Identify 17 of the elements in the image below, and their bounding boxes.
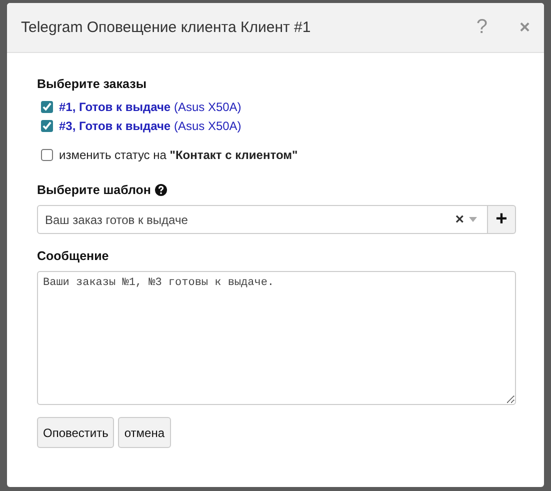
order-checkbox[interactable]	[41, 120, 53, 132]
message-field[interactable]: Ваши заказы №1, №3 готовы к выдаче.	[37, 271, 516, 405]
help-icon[interactable]	[154, 184, 167, 196]
action-button[interactable]: отмена	[118, 417, 171, 448]
add-template-button[interactable]: +	[488, 205, 516, 234]
action-button[interactable]: Оповестить	[37, 417, 114, 448]
dialog-title: Telegram Оповещение клиента Клиент #1	[21, 19, 312, 36]
section-label: Сообщение	[37, 249, 110, 263]
status-label: изменить статус на "Контакт с клиентом"	[59, 148, 298, 162]
order-link[interactable]: #3, Готов к выдаче (Asus X50A)	[59, 119, 242, 133]
status-checkbox[interactable]	[41, 149, 53, 161]
order-link[interactable]: #1, Готов к выдаче (Asus X50A)	[59, 100, 242, 114]
template-select[interactable]: Ваш заказ готов к выдаче ×	[37, 205, 488, 234]
section-label: Выберите заказы	[37, 77, 148, 91]
order-checkbox[interactable]	[41, 101, 53, 113]
caret-icon	[469, 217, 477, 222]
section-label: Выберите шаблон	[37, 183, 151, 197]
